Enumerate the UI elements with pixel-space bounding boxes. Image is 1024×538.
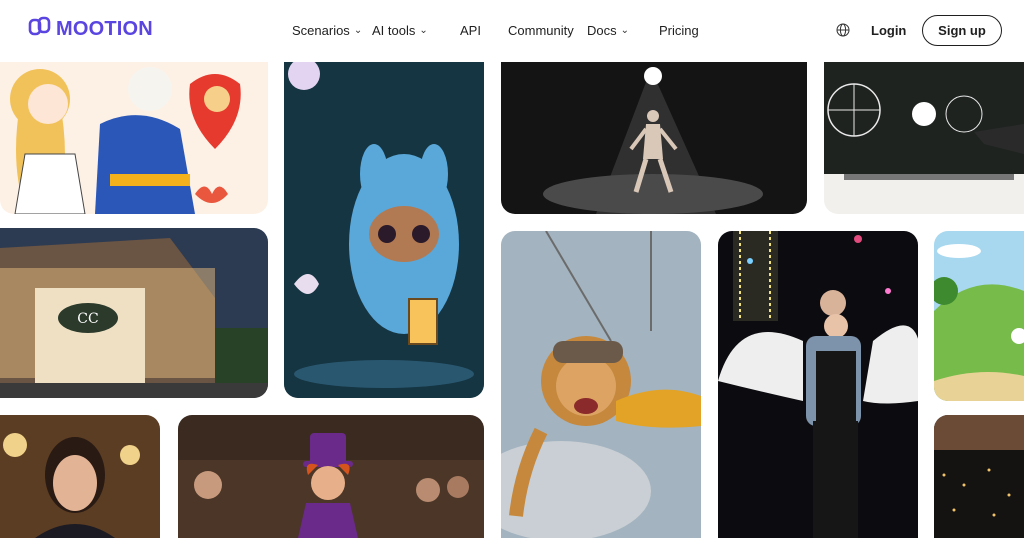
chanel-storefront-image: CC	[0, 228, 268, 398]
chevron-down-icon: ⌄	[353, 25, 363, 36]
blue-creature-image	[284, 44, 484, 398]
gallery-item[interactable]	[178, 415, 484, 538]
gallery-item[interactable]	[501, 231, 701, 538]
gallery-item[interactable]	[824, 44, 1024, 214]
green-hills-image	[934, 231, 1024, 401]
gallery-item[interactable]	[0, 44, 268, 214]
gallery-item[interactable]	[0, 415, 160, 538]
smiling-woman-image	[0, 415, 160, 538]
chevron-down-icon: ⌄	[620, 25, 630, 36]
lion-skydiving-image	[501, 231, 701, 538]
nav-scenarios[interactable]: Scenarios ⌄	[292, 23, 362, 38]
login-link[interactable]: Login	[871, 23, 906, 38]
brand-name: MOOTION	[56, 18, 153, 40]
nav-api-label: API	[460, 23, 481, 38]
globe-icon[interactable]	[836, 23, 850, 42]
nav-ai-tools[interactable]: AI tools ⌄	[372, 23, 428, 38]
nav-api[interactable]: API	[460, 23, 481, 38]
nav-scenarios-label: Scenarios	[292, 23, 350, 38]
chevron-down-icon: ⌄	[419, 25, 428, 36]
couple-angel-wings-image	[718, 231, 918, 538]
gallery-item[interactable]	[934, 415, 1024, 538]
gallery-item[interactable]	[934, 231, 1024, 401]
cartoon-couple-image	[0, 44, 268, 214]
mootion-logo-icon	[28, 15, 52, 44]
nav-docs[interactable]: Docs ⌄	[587, 23, 629, 38]
brand-logo[interactable]: MOOTION	[28, 15, 153, 44]
signup-button[interactable]: Sign up	[922, 15, 1002, 46]
night-city-image	[934, 415, 1024, 538]
chalkboard-image	[824, 44, 1024, 214]
nav-docs-label: Docs	[587, 23, 617, 38]
nav-pricing-label: Pricing	[659, 23, 699, 38]
nav-ai-tools-label: AI tools	[372, 23, 416, 38]
animated-magician-image	[178, 415, 484, 538]
svg-text:CC: CC	[77, 311, 98, 327]
nav-community[interactable]: Community	[508, 23, 574, 38]
gallery-item[interactable]	[501, 44, 807, 214]
nav-community-label: Community	[508, 23, 574, 38]
top-nav: MOOTION Scenarios ⌄ AI tools ⌄ API Commu…	[0, 0, 1024, 62]
gallery-item[interactable]: CC	[0, 228, 268, 398]
gallery-item[interactable]	[284, 44, 484, 398]
stage-dancer-image	[501, 44, 807, 214]
gallery-item[interactable]	[718, 231, 918, 538]
nav-pricing[interactable]: Pricing	[659, 23, 699, 38]
